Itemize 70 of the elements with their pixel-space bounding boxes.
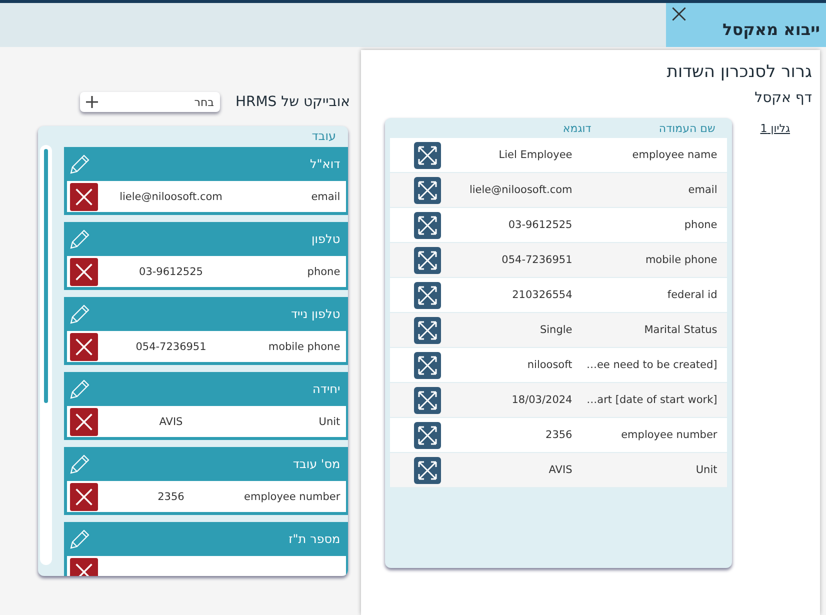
column-name: Unit: [318, 416, 340, 428]
field-label: מס' עובד: [292, 457, 340, 471]
expand-button[interactable]: [414, 246, 442, 274]
delete-button[interactable]: [70, 182, 98, 210]
pencil-icon[interactable]: [69, 303, 91, 325]
pencil-icon[interactable]: [69, 528, 91, 550]
expand-button[interactable]: [414, 142, 442, 168]
field-label: טלפון נייד: [290, 307, 340, 321]
table-cell-text: Liel Employee: [498, 149, 574, 161]
table-cell-text: …ee need to be created]: [585, 359, 718, 371]
table-cell-text: …art [date of start work]: [586, 394, 718, 406]
expand-button[interactable]: [414, 422, 442, 448]
sample-value: 2356: [156, 490, 186, 502]
scrollbar[interactable]: [40, 145, 52, 565]
table-cell-text: federal id: [666, 289, 718, 301]
column-name: email: [311, 190, 340, 202]
delete-button[interactable]: [70, 332, 98, 360]
table-cell-text: mobile phone: [644, 254, 718, 266]
table-cell-text: niloosoft: [526, 359, 574, 371]
table-cell-text: employee name: [631, 149, 718, 161]
table-cell-text: 2356: [544, 429, 574, 441]
object-select[interactable]: בחר: [80, 92, 220, 112]
table-cell-text: Single: [538, 324, 574, 336]
expand-button[interactable]: [414, 282, 442, 308]
column-name: phone: [307, 266, 340, 278]
delete-button[interactable]: [70, 258, 98, 286]
plus-icon: [86, 96, 98, 108]
panel-subheading: דף אקסל: [754, 90, 812, 106]
field-label: טלפון: [312, 232, 340, 246]
pencil-icon[interactable]: [69, 378, 91, 400]
pencil-icon[interactable]: [69, 453, 91, 475]
table-cell-text: AVIS: [548, 464, 574, 476]
field-label: מספר ת"ז: [288, 532, 340, 546]
delete-button[interactable]: [70, 408, 98, 436]
pencil-icon[interactable]: [69, 153, 91, 175]
expand-button[interactable]: [414, 352, 442, 378]
table-cell-text: employee number: [620, 429, 718, 441]
panel-heading: גרור לסנכרון השדות: [666, 62, 812, 82]
column-header: דוגמא: [562, 122, 592, 134]
sample-value: AVIS: [158, 416, 184, 428]
close-button[interactable]: [670, 5, 688, 23]
table-cell-text: 03-9612525: [507, 219, 574, 231]
table-cell-text: 210326554: [511, 289, 574, 301]
table-cell-text: email: [687, 184, 718, 196]
column-name: mobile phone: [268, 340, 340, 352]
section-title: אובייקט של HRMS: [235, 94, 350, 110]
table-cell-text: Unit: [694, 464, 718, 476]
expand-button[interactable]: [414, 212, 442, 238]
expand-button[interactable]: [414, 456, 442, 484]
expand-button[interactable]: [414, 176, 442, 204]
field-label: יחידה: [312, 382, 340, 396]
pencil-icon[interactable]: [69, 228, 91, 250]
delete-button[interactable]: [70, 482, 98, 510]
expand-button[interactable]: [414, 316, 442, 344]
table-cell-text: 18/03/2024: [510, 394, 574, 406]
sheet-link[interactable]: גליון 1: [760, 122, 790, 568]
expand-button[interactable]: [414, 386, 442, 414]
table-cell-text: liele@niloosoft.com: [468, 184, 574, 196]
sample-value: 054-7236951: [134, 340, 208, 352]
sample-value: liele@niloosoft.com: [118, 190, 224, 202]
close-icon: [670, 5, 688, 23]
sample-value: 03-9612525: [138, 266, 204, 278]
card-title: עובד: [312, 128, 337, 145]
column-header: שם העמודה: [658, 122, 716, 134]
table-cell-text: 054-7236951: [500, 254, 574, 266]
table-cell-text: phone: [683, 219, 718, 231]
dialog-title: ייבוא מאקסל: [722, 20, 820, 39]
column-name: employee number: [244, 490, 340, 502]
field-label: דוא"ל: [310, 157, 340, 171]
table-cell-text: Marital Status: [643, 324, 718, 336]
